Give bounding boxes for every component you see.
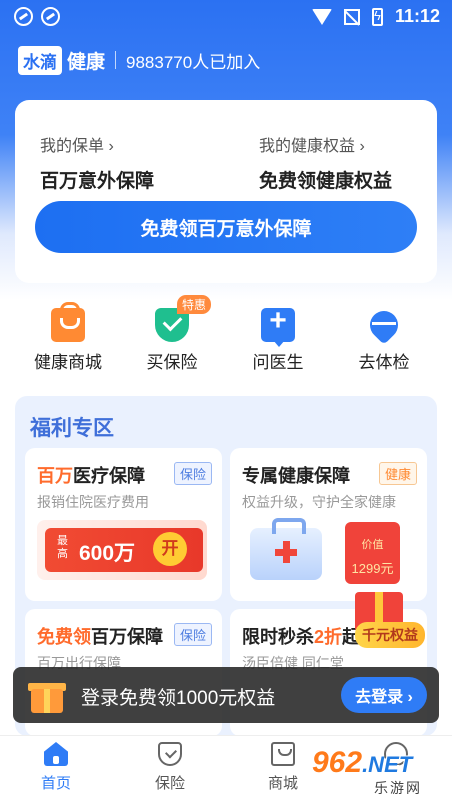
quick-label: 问医生 (252, 353, 304, 372)
my-policy-link[interactable]: 我的保单 › (40, 132, 154, 156)
claim-free-coverage-button[interactable]: 免费领百万意外保障 (35, 201, 417, 253)
card-title: 百万医疗保障 (37, 466, 145, 486)
sync-icon (14, 7, 33, 26)
gift-badge: 千元权益 (355, 622, 425, 648)
tab-mall[interactable]: 商城 (243, 742, 323, 793)
logo: 水滴 (18, 45, 62, 75)
wifi-icon (311, 8, 332, 25)
insurance-tag: 保险 (173, 623, 212, 646)
quick-checkup[interactable]: 去体检 (334, 300, 434, 373)
open-coin-button[interactable]: 开 (153, 532, 187, 566)
my-policy-section[interactable]: 我的保单 › 百万意外保障 (40, 132, 154, 193)
card-desc: 报销住院医疗费用 (37, 494, 149, 510)
my-rights-section[interactable]: 我的健康权益 › 免费领健康权益 (259, 132, 392, 193)
sync-icon (41, 7, 60, 26)
insurance-tag: 保险 (173, 462, 212, 485)
section-title: 福利专区 (30, 417, 114, 440)
login-button[interactable]: 去登录 › (341, 677, 427, 713)
logo-text: 健康 (67, 51, 106, 73)
quick-label: 去体检 (358, 353, 410, 372)
quick-label: 买保险 (146, 353, 198, 372)
card-title: 免费领百万保障 (37, 627, 163, 647)
floating-gift[interactable]: 千元权益 (335, 578, 430, 653)
quick-ask-doctor[interactable]: 问医生 (228, 300, 328, 373)
my-policy-value: 百万意外保障 (40, 171, 155, 192)
watermark-logo: 962.NET (312, 746, 413, 779)
shield-icon (158, 742, 182, 766)
status-bar: 11:12 (0, 0, 452, 34)
login-banner: 登录免费领1000元权益 去登录 › (13, 667, 439, 723)
promo-badge: 特惠 (177, 295, 212, 314)
divider (115, 51, 117, 69)
card-title: 专属健康保障 (242, 466, 350, 486)
card-million-medical[interactable]: 百万医疗保障 保险 报销住院医疗费用 最高 600万 开 (25, 448, 222, 601)
no-signal-icon (343, 8, 360, 25)
login-banner-text: 登录免费领1000元权益 (81, 688, 276, 709)
tab-insurance[interactable]: 保险 (130, 742, 210, 793)
bag-icon (271, 742, 295, 766)
health-tag: 健康 (378, 462, 417, 485)
insurance-summary-card: 我的保单 › 百万意外保障 我的健康权益 › 免费领健康权益 免费领百万意外保障 (15, 100, 437, 283)
battery-charging-icon (371, 7, 383, 26)
tab-label: 首页 (40, 775, 71, 792)
quick-buy-insurance[interactable]: 特惠 买保险 (122, 295, 222, 373)
watermark: 962.NET 乐游网 (312, 742, 447, 796)
quick-actions: 健康商城 特惠 买保险 问医生 去体检 (0, 295, 452, 380)
quick-label: 健康商城 (34, 353, 102, 372)
first-aid-kit-icon (250, 518, 322, 580)
doctor-chat-icon (261, 304, 295, 347)
card-desc: 权益升级，守护全家健康 (242, 494, 396, 510)
clock: 11:12 (394, 6, 440, 26)
coverage-banner[interactable]: 最高 600万 开 (37, 520, 207, 580)
home-icon (44, 742, 68, 766)
gift-icon (27, 675, 67, 715)
coverage-amount: 600万 (79, 542, 136, 565)
quick-health-mall[interactable]: 健康商城 (18, 300, 118, 373)
my-rights-link[interactable]: 我的健康权益 › (259, 132, 392, 156)
tab-label: 商城 (267, 775, 298, 792)
watermark-text: 乐游网 (374, 780, 422, 796)
my-rights-value: 免费领健康权益 (259, 171, 393, 192)
tab-home[interactable]: 首页 (16, 742, 96, 793)
heart-pulse-icon (364, 305, 404, 345)
red-envelope-icon: 价值 1299元 (345, 522, 400, 584)
shopping-bag-icon (51, 302, 85, 342)
tab-label: 保险 (154, 775, 185, 792)
member-count: 9883770人已加入 (126, 52, 261, 72)
brand-bar: 水滴 健康 9883770人已加入 (18, 45, 261, 75)
max-label: 最高 (57, 535, 68, 560)
